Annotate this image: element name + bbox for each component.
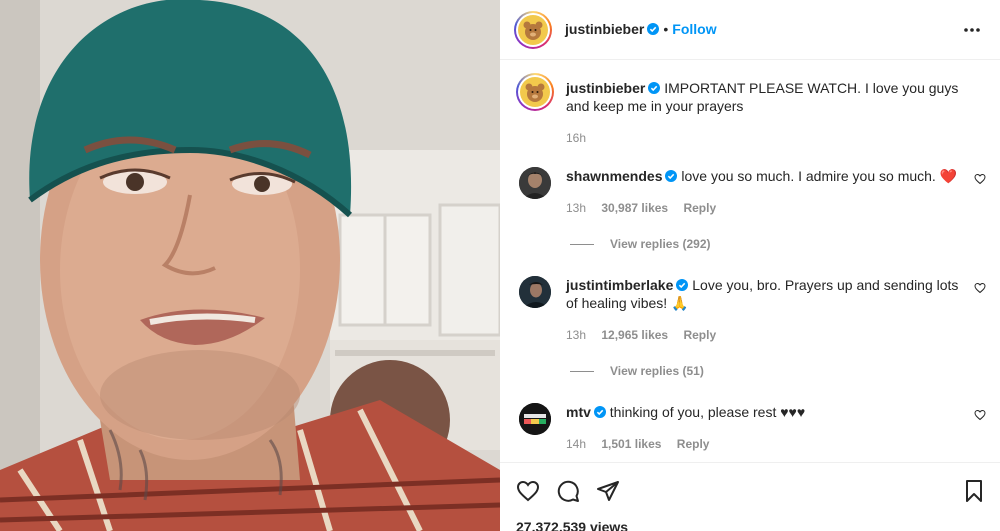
comment-meta: 14h 1,501 likes Reply	[566, 435, 966, 453]
comment-row: mtv thinking of you, please rest ♥♥♥ 14h…	[516, 403, 986, 462]
comments-list[interactable]: justinbieber IMPORTANT PLEASE WATCH. I l…	[500, 60, 1000, 462]
verified-badge-icon	[648, 82, 661, 94]
comment-text: love you so much. I admire you so much. …	[681, 168, 958, 184]
share-icon[interactable]	[596, 479, 620, 503]
commenter-avatar[interactable]	[519, 276, 551, 308]
view-replies-button[interactable]: View replies (292)	[570, 237, 711, 251]
comment-icon[interactable]	[556, 479, 580, 503]
comment-meta: 13h 30,987 likes Reply	[566, 199, 966, 217]
comment-body: shawnmendes love you so much. I admire y…	[566, 167, 966, 217]
comment-row: justintimberlake Love you, bro. Prayers …	[516, 276, 986, 346]
teddy-bear-avatar-icon	[518, 15, 548, 45]
reply-button[interactable]: Reply	[683, 201, 716, 215]
post-media-video[interactable]	[0, 0, 500, 531]
verified-badge-icon	[665, 170, 678, 182]
verified-badge-icon	[593, 406, 606, 418]
verified-badge-icon	[647, 23, 660, 35]
post-media-frame	[0, 0, 500, 531]
header-user-line: justinbieber • Follow	[565, 21, 717, 39]
separator-dot: •	[663, 21, 669, 37]
view-replies-button[interactable]: View replies (51)	[570, 364, 704, 378]
comment-likes[interactable]: 1,501 likes	[601, 437, 661, 451]
bookmark-icon[interactable]	[962, 479, 986, 503]
replies-divider-line	[570, 371, 594, 373]
comment-row: shawnmendes love you so much. I admire y…	[516, 167, 986, 227]
post-detail-panel: justinbieber • Follow justinbieber IMPOR…	[500, 0, 1000, 531]
caption-time[interactable]: 16h	[566, 131, 586, 145]
caption-row: justinbieber IMPORTANT PLEASE WATCH. I l…	[516, 73, 986, 145]
caption-username[interactable]: justinbieber	[566, 80, 645, 96]
post-action-bar: 27,372,539 views	[500, 462, 1000, 531]
comment-username[interactable]: shawnmendes	[566, 168, 662, 184]
commenter-avatar[interactable]	[519, 167, 551, 199]
caption-meta: 16h	[566, 129, 966, 147]
mtv-logo-icon	[519, 403, 551, 435]
profile-photo-icon	[519, 167, 551, 199]
comment-likes[interactable]: 30,987 likes	[601, 201, 668, 215]
comment-body: mtv thinking of you, please rest ♥♥♥ 14h…	[566, 403, 966, 453]
replies-divider-line	[570, 244, 594, 246]
comment-like-heart-icon[interactable]	[974, 409, 986, 421]
follow-button[interactable]: Follow	[672, 21, 716, 37]
view-replies-label: View replies (292)	[610, 237, 711, 251]
heart-icon[interactable]	[516, 479, 540, 503]
comment-like-heart-icon[interactable]	[974, 282, 986, 294]
comment-username[interactable]: justintimberlake	[566, 277, 673, 293]
reply-button[interactable]: Reply	[683, 328, 716, 342]
post-header: justinbieber • Follow	[500, 0, 1000, 60]
comment-body: justintimberlake Love you, bro. Prayers …	[566, 276, 966, 344]
comment-time[interactable]: 14h	[566, 437, 586, 451]
caption-body: justinbieber IMPORTANT PLEASE WATCH. I l…	[566, 79, 966, 147]
more-options-icon[interactable]	[962, 20, 982, 40]
reply-button[interactable]: Reply	[677, 437, 710, 451]
teddy-bear-avatar-icon	[520, 77, 550, 107]
view-replies-label: View replies (51)	[610, 364, 704, 378]
commenter-avatar[interactable]	[519, 403, 551, 435]
author-avatar[interactable]	[514, 11, 552, 49]
comment-meta: 13h 12,965 likes Reply	[566, 326, 966, 344]
comment-username[interactable]: mtv	[566, 404, 591, 420]
comment-time[interactable]: 13h	[566, 328, 586, 342]
comment-likes[interactable]: 12,965 likes	[601, 328, 668, 342]
author-username[interactable]: justinbieber	[565, 21, 644, 37]
profile-photo-icon	[519, 276, 551, 308]
comment-text: thinking of you, please rest ♥♥♥	[609, 404, 806, 420]
comment-time[interactable]: 13h	[566, 201, 586, 215]
view-count: 27,372,539 views	[516, 519, 629, 531]
comment-like-heart-icon[interactable]	[974, 173, 986, 185]
verified-badge-icon	[676, 279, 689, 291]
caption-avatar[interactable]	[516, 73, 554, 111]
